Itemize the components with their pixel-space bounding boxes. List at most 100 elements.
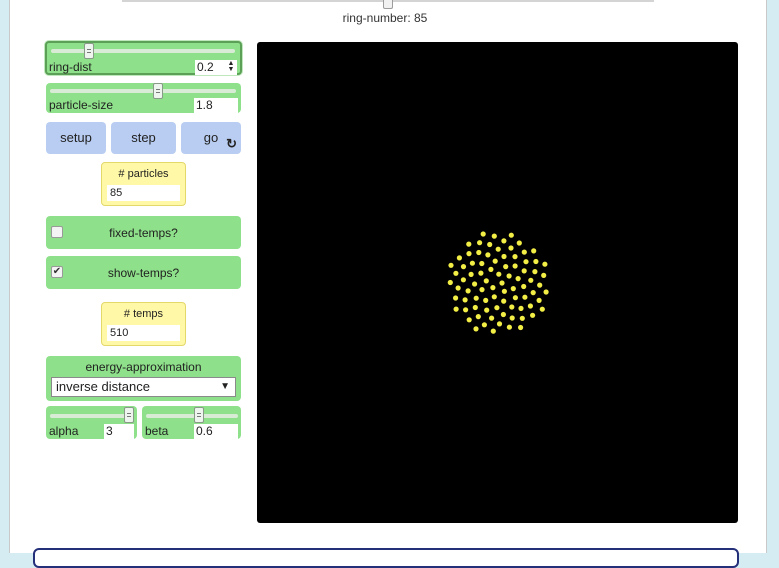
particle: [455, 285, 461, 291]
particles-monitor-value: 85: [107, 185, 180, 201]
particle: [472, 304, 478, 311]
ring-dist-slider-thumb[interactable]: [84, 43, 94, 59]
particle: [523, 259, 529, 265]
particle: [491, 294, 497, 300]
particle: [487, 241, 493, 248]
particle: [453, 270, 459, 276]
particle: [490, 328, 496, 334]
particles-monitor-title: # particles: [118, 168, 169, 180]
particle-size-label: particle-size: [49, 98, 114, 112]
ring-dist-label: ring-dist: [49, 60, 92, 74]
particle: [491, 233, 497, 239]
particle: [479, 260, 485, 267]
beta-slider-thumb[interactable]: [194, 407, 204, 423]
particle: [496, 321, 503, 327]
show-temps-label: show-temps?: [107, 266, 180, 280]
particle: [490, 285, 496, 291]
particle: [532, 269, 538, 275]
alpha-label: alpha: [49, 424, 79, 438]
particle-size-slider[interactable]: particle-size 1.8: [46, 83, 241, 113]
particle: [478, 270, 484, 276]
energy-approximation-select[interactable]: inverse distance ▼: [51, 377, 236, 397]
particle: [508, 245, 514, 251]
particle: [480, 231, 486, 237]
particle: [506, 324, 512, 330]
setup-button[interactable]: setup: [46, 122, 106, 154]
particle: [473, 295, 479, 301]
particle: [469, 260, 475, 266]
particle: [530, 312, 536, 318]
particle: [536, 297, 542, 303]
particle: [521, 268, 527, 274]
ring-number-slider-thumb[interactable]: [383, 0, 393, 9]
particle: [460, 277, 466, 283]
go-button[interactable]: go ↻: [181, 122, 241, 154]
particle: [518, 305, 524, 311]
particle: [476, 249, 482, 256]
temps-monitor: # temps 510: [101, 302, 186, 346]
particle: [466, 241, 472, 247]
alpha-value[interactable]: 3: [104, 424, 134, 439]
ring-dist-slider[interactable]: ring-dist 0.2 ▲ ▼: [45, 41, 242, 75]
particle: [472, 281, 478, 287]
particle-cluster: [447, 231, 549, 334]
particle: [481, 322, 487, 328]
step-button[interactable]: step: [111, 122, 176, 154]
ring-number-caption: ring-number: 85: [342, 11, 428, 25]
particle: [501, 288, 507, 294]
beta-value[interactable]: 0.6: [194, 424, 238, 439]
fixed-temps-switch[interactable]: fixed-temps?: [46, 216, 241, 249]
particle: [527, 303, 533, 309]
alpha-slider-thumb[interactable]: [124, 407, 134, 423]
particle: [530, 290, 536, 296]
dropdown-arrow-icon[interactable]: ▼: [220, 378, 230, 396]
particle: [528, 277, 534, 283]
particle: [501, 298, 507, 304]
particle: [543, 289, 549, 295]
particle: [460, 264, 467, 270]
world-view[interactable]: [257, 42, 738, 523]
particle: [463, 307, 469, 313]
particle: [492, 258, 498, 264]
particle: [495, 246, 501, 252]
particle: [509, 304, 515, 310]
energy-approximation-label: energy-approximation: [85, 360, 202, 374]
particle: [537, 282, 543, 288]
particle-size-slider-track[interactable]: [50, 89, 236, 93]
show-temps-switch[interactable]: ✔ show-temps?: [46, 256, 241, 289]
particle: [475, 314, 481, 320]
particle-size-value[interactable]: 1.8: [194, 98, 238, 113]
beta-slider-track[interactable]: [146, 414, 238, 418]
alpha-slider-track[interactable]: [50, 414, 134, 418]
particle-size-slider-thumb[interactable]: [153, 83, 163, 99]
particle: [539, 306, 545, 312]
particle: [533, 258, 539, 265]
particle: [494, 305, 500, 311]
temps-monitor-value: 510: [107, 325, 180, 341]
particle: [488, 266, 494, 272]
particle: [510, 286, 516, 292]
particle: [521, 283, 527, 290]
particle: [448, 262, 454, 268]
info-panel: [33, 548, 739, 568]
particle: [453, 306, 459, 312]
beta-label: beta: [145, 424, 169, 438]
particle: [519, 315, 525, 321]
particle: [465, 288, 471, 294]
particle: [506, 273, 512, 279]
ring-dist-slider-track[interactable]: [51, 49, 235, 53]
particle: [485, 252, 491, 258]
alpha-slider[interactable]: alpha 3: [46, 406, 137, 439]
beta-slider[interactable]: beta 0.6: [142, 406, 241, 439]
particle: [522, 294, 528, 300]
particles-monitor: # particles 85: [101, 162, 186, 206]
particle: [500, 311, 506, 318]
particle: [508, 232, 514, 238]
particle: [501, 238, 507, 244]
energy-approximation-chooser[interactable]: energy-approximation inverse distance ▼: [46, 356, 241, 401]
particle: [542, 261, 548, 267]
forever-icon: ↻: [226, 136, 237, 151]
ring-dist-spinner-icon[interactable]: ▲ ▼: [226, 60, 236, 75]
particle: [496, 271, 502, 277]
particle: [453, 295, 459, 301]
